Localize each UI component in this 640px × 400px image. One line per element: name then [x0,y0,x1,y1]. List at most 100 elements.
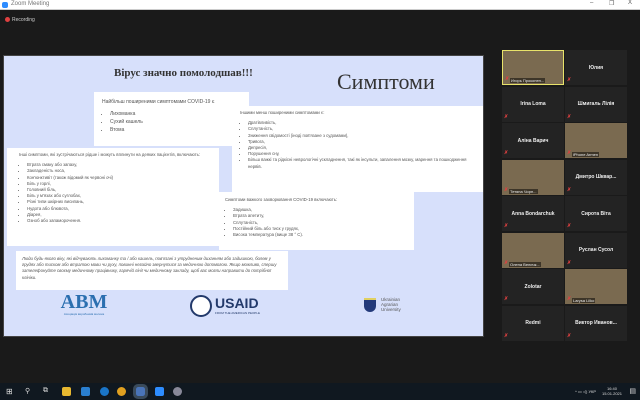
slide-heading: Симптоми [337,69,435,94]
task-view-icon[interactable]: ⧉ [43,387,48,395]
participant-name: Виктор Иванов... [575,320,617,326]
participant-tile[interactable]: Сирота Віта ✗ [565,196,627,231]
participant-tile[interactable]: iPhone Armen ✗ [565,123,627,158]
restore-button[interactable]: ❐ [609,0,614,7]
participant-name: Сирота Віта [581,210,611,217]
usaid-logo-subtitle: FROM THE AMERICAN PEOPLE [215,311,260,315]
muted-mic-icon: ✗ [505,76,510,82]
list-item: Озноб або запаморочення. [27,218,207,224]
participant-tile[interactable]: Redmi ✗ [502,305,564,341]
participant-tile[interactable]: Тетяна Чорн... ✗ [502,159,564,195]
date: 15.01.2021 [601,391,622,396]
muted-mic-icon: ✗ [504,150,509,156]
search-icon[interactable]: ⚲ [25,387,30,395]
clock[interactable]: 16:40 15.01.2021 [602,386,622,396]
advice-text: Люди будь-якого віку, які відчувають лих… [22,256,277,280]
participant-name: Руслан Сусол [578,247,614,253]
file-explorer-icon[interactable] [62,387,71,396]
close-button[interactable]: X [628,0,632,6]
participant-name: Тетяна Чорн... [509,188,538,194]
participant-name: Аліна Варич [517,137,549,144]
common-title: Найбільш поширеними симптомами COVID-19 … [102,99,215,105]
muted-mic-icon: ✗ [504,332,509,339]
shared-screen-slide: Вірус значно помолодшав!!! Симптоми Найб… [3,55,484,337]
muted-mic-icon: ✗ [504,259,509,266]
zoom-taskbar-icon[interactable] [155,387,164,396]
abm-logo: АВМ Асоціація виробників молока [49,292,119,316]
muted-mic-icon: ✗ [504,113,509,120]
advice-box: Люди будь-якого віку, які відчувають лих… [16,251,288,290]
rare-title: Інші симптоми, які зустрічаються рідше і… [19,152,201,157]
list-item: Лихоманка [110,110,241,118]
skype-icon[interactable] [100,387,109,396]
record-icon [5,17,10,23]
participant-tile[interactable]: Руслан Сусол ✗ [565,232,627,268]
participant-name: iPhone Armen [572,152,600,157]
participant-tile[interactable]: Шмигаль Лілія ✗ [565,86,627,122]
muted-mic-icon: ✗ [504,296,509,302]
store-icon[interactable] [81,387,90,396]
participant-tile[interactable]: Irina Loma ✗ [502,86,564,122]
participant-name: Redmi [525,320,541,326]
muted-mic-icon: ✗ [504,186,509,193]
list-item: Більш важкі та рідкісні неврологічні уск… [248,157,477,169]
participant-name: Zolotar [524,283,542,290]
list-item: Висока температура (вище 38 ° C). [233,232,408,238]
participant-tile[interactable]: Дмитро Шквар... ✗ [565,159,627,195]
slide-title: Вірус значно помолодшав!!! [114,67,253,79]
participant-tile[interactable]: Аліна Варич ✗ [502,123,564,158]
muted-mic-icon: ✗ [567,296,572,302]
less-common-box: Іншими менш поширеними симптомами є: Дра… [232,106,483,192]
participant-tile[interactable]: Larysa Lilko ✗ [565,269,627,304]
muted-mic-icon: ✗ [567,259,572,266]
chrome-icon[interactable] [117,387,126,396]
muted-mic-icon: ✗ [567,113,572,120]
window-title: Zoom Meeting [11,1,50,7]
windows-start-icon[interactable]: ⊞ [6,387,13,396]
less-common-title: Іншими менш поширеними симптомами є: [240,110,325,115]
participant-name: Игорь Проконен... [510,78,546,83]
language-indicator[interactable]: УКР [588,389,596,394]
minimize-button[interactable]: – [590,0,593,6]
list-item: Втома [110,126,241,134]
participant-name: Anna Bondarchuk [511,210,555,217]
common-symptoms-box: Найбільш поширеними симптомами COVID-19 … [94,92,249,146]
participant-name: Шмигаль Лілія [577,101,615,107]
participant-tile[interactable]: Виктор Иванов... ✗ [565,305,627,341]
participant-name: Олена Величк... [509,261,541,267]
muted-mic-icon: ✗ [567,186,572,193]
recording-label: Recording [12,17,35,23]
participant-tile[interactable]: Игорь Проконен... ✗ [502,50,564,85]
zoom-app-icon [2,2,8,8]
participant-tile[interactable]: Zolotar ✗ [502,269,564,304]
participant-name: Дмитро Шквар... [575,174,617,180]
participant-tile[interactable]: Anna Bondarchuk ✗ [502,196,564,231]
muted-mic-icon: ✗ [567,150,572,156]
uau-logo: Ukrainian Agrarian University [364,296,434,322]
participant-name: Юлия [588,64,604,71]
windows-taskbar: ⊞ ⚲ ⧉ ^ ▭ ◁) УКР 16:40 15.01.2021 ▤ [0,383,640,400]
usaid-logo: USAID FROM THE AMERICAN PEOPLE [190,295,280,319]
usaid-seal-icon [190,295,212,317]
recording-indicator[interactable]: Recording [5,17,35,23]
system-tray[interactable]: ^ ▭ ◁) УКР [575,389,596,394]
notification-icon[interactable]: ▤ [629,387,636,395]
usaid-logo-text: USAID [215,295,259,311]
muted-mic-icon: ✗ [504,223,509,229]
muted-mic-icon: ✗ [567,77,572,83]
participant-tile[interactable]: Олена Величк... ✗ [502,232,564,268]
list-item: Сухий кашель [110,118,241,126]
participant-tile[interactable]: Юлия ✗ [565,50,627,85]
muted-mic-icon: ✗ [567,223,572,229]
severe-title: Симптоми важкого захворювання COVID-19 в… [225,197,338,202]
participant-name: Larysa Lilko [572,298,596,303]
powerpoint-icon[interactable] [133,384,148,399]
uau-emblem-icon [364,298,376,312]
muted-mic-icon: ✗ [567,332,572,339]
app-icon[interactable] [173,387,182,396]
participant-name: Irina Loma [520,101,546,107]
rare-symptoms-box: Інші симптоми, які зустрічаються рідше і… [7,148,219,246]
abm-logo-subtitle: Асоціація виробників молока [63,312,105,316]
abm-logo-text: АВМ [60,291,108,313]
uau-line: University [381,307,401,312]
